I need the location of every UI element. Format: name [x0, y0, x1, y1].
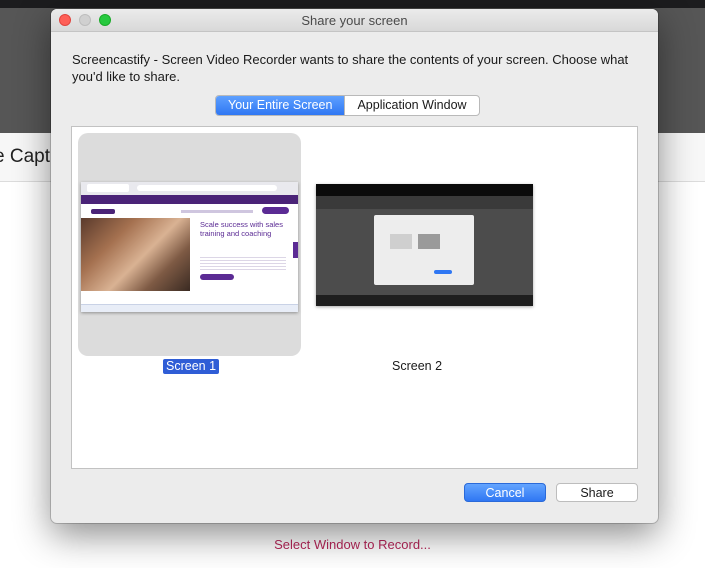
preview-nav-button [262, 207, 289, 214]
screen-1-label[interactable]: Screen 1 [163, 359, 220, 374]
preview-body-text [200, 257, 286, 271]
screen-2-label[interactable]: Screen 2 [392, 359, 442, 374]
preview-cta-button [200, 274, 234, 280]
share-button[interactable]: Share [556, 483, 638, 502]
background-page-title: e Capt [0, 146, 50, 167]
preview-photo [81, 218, 190, 291]
source-segmented-control: Your Entire Screen Application Window [215, 95, 480, 116]
tab-application-window[interactable]: Application Window [344, 96, 478, 115]
share-screen-dialog: Share your screen Screencastify - Screen… [51, 9, 658, 523]
select-window-link[interactable]: Select Window to Record... [0, 537, 705, 552]
dialog-title: Share your screen [301, 13, 408, 28]
dialog-titlebar: Share your screen [51, 9, 658, 32]
background-menubar [0, 0, 705, 8]
dialog-message: Screencastify - Screen Video Recorder wa… [72, 52, 629, 84]
preview-nav-links [181, 210, 253, 213]
screens-panel: Scale success with sales training and co… [71, 126, 638, 469]
preview-menubar [316, 184, 533, 196]
preview-heading: Scale success with sales training and co… [200, 220, 283, 238]
preview-dock [316, 295, 533, 306]
preview-nav-bar [81, 195, 298, 204]
cancel-button[interactable]: Cancel [464, 483, 546, 502]
screen-1-tile[interactable]: Scale success with sales training and co… [78, 133, 301, 356]
tab-entire-screen[interactable]: Your Entire Screen [216, 96, 345, 115]
preview-logo [91, 209, 115, 214]
preview-dialog-window [374, 215, 474, 285]
preview-side-tab [293, 242, 298, 258]
preview-footer [81, 304, 298, 312]
screen-1-thumbnail: Scale success with sales training and co… [81, 182, 298, 312]
preview-window-chrome [316, 196, 533, 209]
preview-browser-chrome [81, 182, 298, 196]
screen-2-thumbnail[interactable] [316, 184, 533, 306]
